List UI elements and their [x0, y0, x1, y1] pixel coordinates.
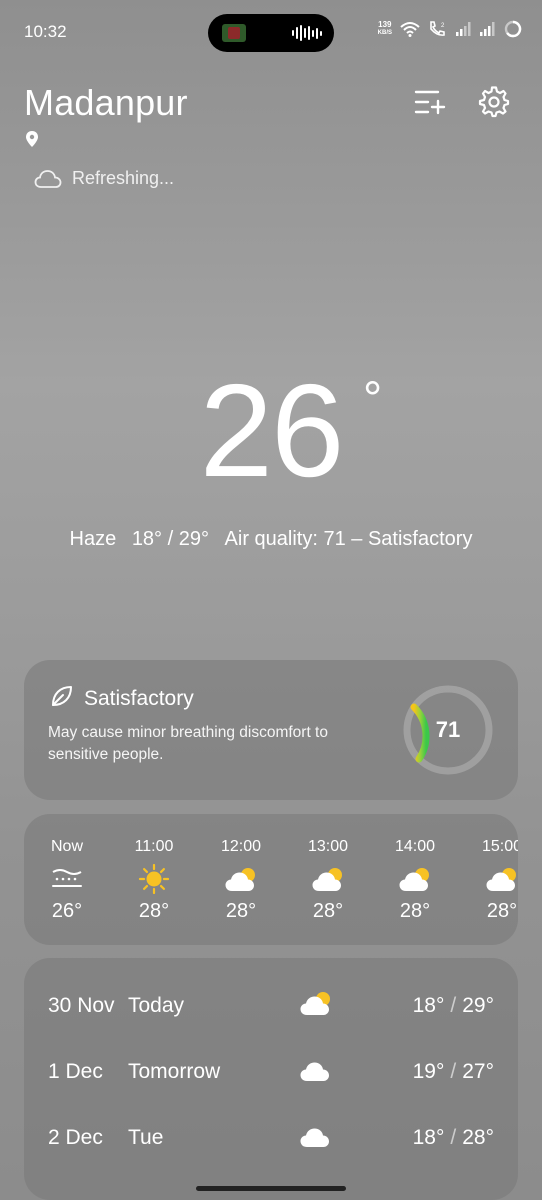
day-temps: 19°/27° — [412, 1060, 494, 1083]
partly-cloudy-icon — [298, 988, 334, 1018]
cloud-outline-icon — [34, 169, 62, 188]
cloud-icon — [298, 1120, 334, 1150]
sun-icon — [136, 863, 172, 895]
hour-time: 14:00 — [394, 838, 436, 855]
hour-time: 12:00 — [220, 838, 262, 855]
wifi-icon — [400, 22, 420, 37]
partly-cloudy-icon — [484, 864, 518, 894]
hourly-forecast-card[interactable]: Now 26° 11:00 28° 12:00 28° 13:00 28° 14… — [24, 814, 518, 945]
day-low: 18° — [412, 994, 445, 1017]
network-speed: 139 KB/S — [377, 20, 392, 37]
air-quality-gauge: 71 — [402, 684, 494, 776]
hour-temp: 28° — [138, 900, 170, 922]
signal-icon — [480, 22, 495, 36]
city-name[interactable]: Madanpur — [24, 82, 188, 124]
day-date: 30 Nov — [48, 994, 115, 1017]
home-indicator[interactable] — [196, 1186, 346, 1191]
current-temperature-value: 26 — [199, 357, 345, 504]
signal-icon — [456, 22, 471, 36]
air-quality-value: 71 — [435, 717, 461, 742]
hour-time: 11:00 — [134, 838, 174, 855]
media-thumbnail-icon — [222, 24, 246, 42]
hour-time: 13:00 — [307, 838, 349, 855]
temperature-range: 18° / 29° — [131, 528, 209, 550]
condition-text: Haze — [69, 528, 117, 550]
refresh-text: Refreshing... — [72, 168, 175, 188]
daily-forecast-card[interactable]: 30 Nov Today 18°/29° 1 Dec Tomorrow 19° /… — [24, 958, 518, 1200]
status-time: 10:32 — [24, 22, 67, 41]
hour-temp: 28° — [399, 900, 431, 922]
hour-temp: 28° — [312, 900, 344, 922]
daily-row[interactable]: 2 Dec Tue 18°/28° — [24, 1118, 518, 1158]
partly-cloudy-icon — [310, 864, 346, 894]
air-quality-title: Satisfactory — [84, 687, 194, 710]
hour-temp: 28° — [486, 900, 518, 922]
degree-symbol: ° — [363, 373, 383, 426]
weather-summary: Haze 18° / 29° Air quality: 71 – Satisfa… — [0, 528, 542, 551]
wifi-calling-icon: 2 — [430, 21, 445, 36]
audio-wave-icon — [292, 25, 322, 41]
leaf-icon — [52, 686, 72, 706]
partly-cloudy-icon — [223, 864, 259, 894]
location-pin-icon — [26, 131, 38, 147]
hour-temp: 26° — [51, 900, 83, 922]
settings-gear-icon — [478, 86, 510, 118]
add-city-button[interactable] — [412, 84, 448, 120]
partly-cloudy-icon — [397, 864, 433, 894]
battery-ring-icon — [504, 20, 522, 38]
status-icons: 139 KB/S 2 — [378, 20, 522, 38]
day-date: 1 Dec — [48, 1060, 103, 1083]
hour-time: Now — [50, 838, 83, 855]
refresh-status: Refreshing... — [34, 168, 174, 189]
daily-row[interactable]: 30 Nov Today 18°/29° — [24, 986, 518, 1026]
day-high: 29° — [462, 994, 494, 1017]
hour-time: 15:00 — [481, 838, 518, 855]
day-low: 18° — [412, 1126, 445, 1149]
day-high: 28° — [462, 1126, 494, 1149]
svg-text:2: 2 — [441, 23, 445, 29]
hour-temp: 28° — [225, 900, 257, 922]
cloud-icon — [298, 1054, 334, 1084]
day-temps: 18°/28° — [412, 1126, 494, 1149]
dynamic-island[interactable] — [208, 14, 334, 52]
day-temps: 18°/29° — [412, 994, 494, 1017]
settings-button[interactable] — [476, 84, 512, 120]
day-name: Tue — [128, 1126, 164, 1149]
day-name: Today — [128, 994, 185, 1017]
day-high: 27° — [462, 1060, 494, 1083]
current-temperature: 26 — [0, 355, 542, 506]
air-quality-description: May cause minor breathing discomfort to … — [48, 724, 328, 763]
day-date: 2 Dec — [48, 1126, 103, 1149]
haze-icon — [49, 864, 85, 894]
air-quality-card[interactable]: Satisfactory May cause minor breathing d… — [24, 660, 518, 800]
daily-row[interactable]: 1 Dec Tomorrow 19°/27° — [24, 1052, 518, 1092]
day-name: Tomorrow — [128, 1060, 221, 1083]
add-city-icon — [414, 90, 446, 115]
air-quality-summary: Air quality: 71 – Satisfactory — [224, 528, 473, 550]
day-low: 19° — [412, 1060, 445, 1083]
